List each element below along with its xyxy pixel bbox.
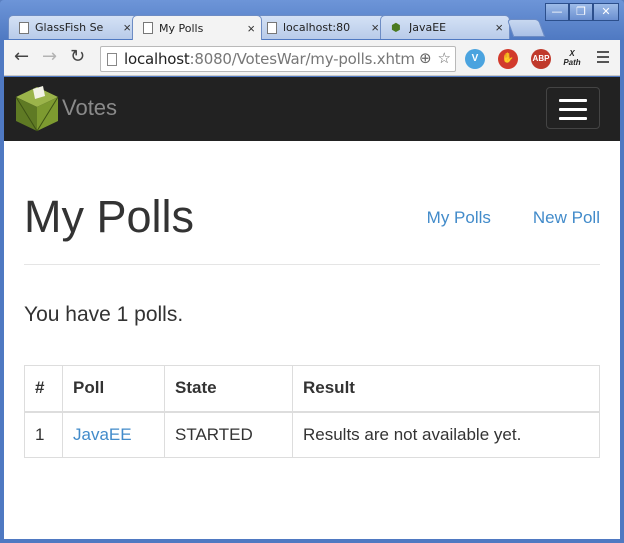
v-extension-icon[interactable]: V bbox=[465, 49, 485, 69]
new-poll-link[interactable]: New Poll bbox=[533, 208, 600, 228]
browser-window: — ❐ ✕ GlassFish Se × My Polls × localhos… bbox=[0, 0, 624, 543]
tab-title: JavaEE bbox=[409, 21, 447, 34]
cell-result: Results are not available yet. bbox=[292, 411, 600, 458]
cell-state: STARTED bbox=[164, 411, 293, 458]
address-bar-icons: ⊕ ☆ bbox=[414, 50, 451, 68]
stop-extension-icon[interactable]: ✋ bbox=[498, 49, 518, 69]
adblock-icon[interactable]: ABP bbox=[531, 49, 551, 69]
cell-number: 1 bbox=[24, 411, 63, 458]
table-row: 1 JavaEE STARTED Results are not availab… bbox=[24, 411, 600, 458]
tab-javaee[interactable]: ⬢ JavaEE × bbox=[380, 15, 510, 39]
url-path: :8080/VotesWar/my-polls.xhtml bbox=[189, 50, 419, 68]
window-controls: — ❐ ✕ bbox=[545, 3, 619, 21]
close-tab-icon[interactable]: × bbox=[247, 21, 255, 36]
polls-table: # Poll State Result 1 JavaEE STARTED Res… bbox=[24, 365, 600, 458]
page-header: My Polls My Polls New Poll bbox=[24, 141, 600, 265]
close-tab-icon[interactable]: × bbox=[371, 20, 379, 35]
brand[interactable]: Votes bbox=[14, 83, 117, 133]
page-viewport: Votes My Polls My Polls New Poll You hav… bbox=[4, 77, 620, 539]
cell-poll: JavaEE bbox=[62, 411, 165, 458]
xpath-icon[interactable]: X Path bbox=[560, 49, 584, 69]
brand-name: Votes bbox=[62, 95, 118, 120]
votes-favicon-icon: ⬢ bbox=[391, 21, 401, 34]
page-icon bbox=[107, 52, 117, 66]
polls-summary: You have 1 polls. bbox=[24, 303, 184, 326]
page-icon bbox=[19, 21, 29, 34]
zoom-icon[interactable]: ⊕ bbox=[419, 50, 432, 68]
my-polls-link[interactable]: My Polls bbox=[427, 208, 491, 228]
back-arrow-icon[interactable]: ← bbox=[14, 48, 29, 66]
tab-title: localhost:80 bbox=[283, 21, 351, 34]
url-host: localhost bbox=[124, 50, 190, 68]
tab-my-polls[interactable]: My Polls × bbox=[132, 15, 262, 40]
tab-title: My Polls bbox=[159, 21, 204, 35]
header-nav: My Polls New Poll bbox=[385, 208, 600, 228]
close-window-button[interactable]: ✕ bbox=[593, 3, 619, 21]
column-header-result: Result bbox=[292, 365, 600, 413]
address-bar[interactable]: localhost:8080/VotesWar/my-polls.xhtml ⊕… bbox=[100, 46, 456, 72]
tab-localhost[interactable]: localhost:80 × bbox=[256, 15, 386, 39]
maximize-button[interactable]: ❐ bbox=[569, 3, 593, 21]
reload-icon[interactable]: ↻ bbox=[70, 48, 85, 66]
bookmark-star-icon[interactable]: ☆ bbox=[438, 50, 451, 68]
tab-title: GlassFish Se bbox=[35, 21, 104, 34]
forward-arrow-icon[interactable]: → bbox=[42, 48, 57, 66]
minimize-button[interactable]: — bbox=[545, 3, 569, 21]
url-text: localhost:8080/VotesWar/my-polls.xhtml bbox=[124, 50, 419, 68]
ballot-box-logo-icon bbox=[15, 86, 59, 132]
close-tab-icon[interactable]: × bbox=[123, 20, 131, 35]
close-tab-icon[interactable]: × bbox=[495, 20, 503, 35]
main-container: My Polls My Polls New Poll You have 1 po… bbox=[4, 141, 620, 458]
navbar: Votes bbox=[4, 77, 620, 141]
poll-link[interactable]: JavaEE bbox=[73, 425, 132, 444]
column-header-state: State bbox=[164, 365, 293, 413]
chrome-menu-icon[interactable] bbox=[597, 51, 609, 66]
column-header-number: # bbox=[24, 365, 63, 413]
page-title: My Polls bbox=[24, 191, 195, 242]
column-header-poll: Poll bbox=[62, 365, 165, 413]
browser-toolbar: ← → ↻ localhost:8080/VotesWar/my-polls.x… bbox=[4, 40, 620, 76]
new-tab-button[interactable] bbox=[506, 19, 546, 37]
page-icon bbox=[267, 21, 277, 34]
page-icon bbox=[143, 22, 153, 34]
tab-strip: GlassFish Se × My Polls × localhost:80 ×… bbox=[8, 15, 548, 40]
table-header-row: # Poll State Result bbox=[24, 365, 600, 413]
tab-glassfish[interactable]: GlassFish Se × bbox=[8, 15, 138, 39]
hamburger-menu-icon[interactable] bbox=[546, 87, 600, 129]
